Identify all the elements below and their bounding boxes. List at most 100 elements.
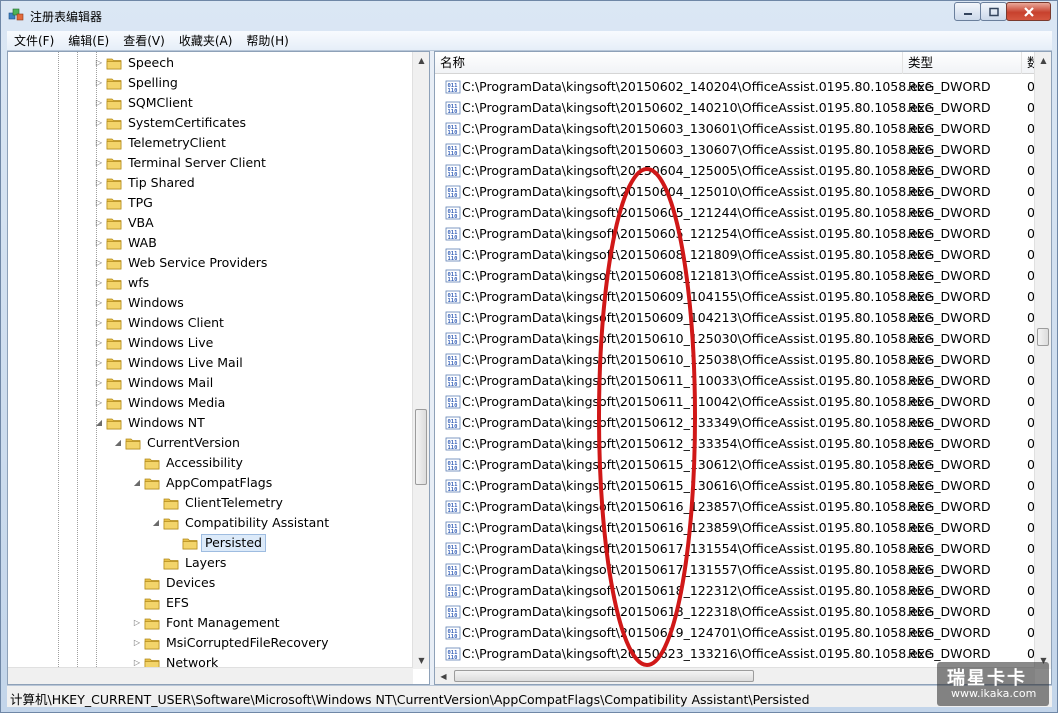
expand-arrow-icon[interactable]: ▷ bbox=[94, 53, 104, 73]
menu-edit[interactable]: 编辑(E) bbox=[61, 31, 116, 51]
value-row[interactable]: 011 110 C:\ProgramData\kingsoft\20150618_1… bbox=[435, 601, 1035, 622]
tree-item[interactable]: ▷ Tip Shared bbox=[8, 173, 413, 193]
tree-horizontal-scrollbar[interactable] bbox=[8, 667, 413, 684]
tree-item[interactable]: ◢ Windows NT bbox=[8, 413, 413, 433]
tree-item[interactable]: Persisted bbox=[8, 533, 413, 553]
expand-arrow-icon[interactable]: ▷ bbox=[94, 373, 104, 393]
expand-arrow-icon[interactable]: ▷ bbox=[94, 113, 104, 133]
scroll-left-icon[interactable]: ◀ bbox=[435, 668, 452, 684]
tree-item[interactable]: ClientTelemetry bbox=[8, 493, 413, 513]
menu-view[interactable]: 查看(V) bbox=[116, 31, 172, 51]
value-row[interactable]: 011 110 C:\ProgramData\kingsoft\20150602_1… bbox=[435, 76, 1035, 97]
tree-item[interactable]: ▷ Windows Live bbox=[8, 333, 413, 353]
expand-arrow-icon[interactable]: ▷ bbox=[132, 633, 142, 653]
column-header-name[interactable]: 名称 bbox=[435, 52, 903, 74]
value-row[interactable]: 011 110 C:\ProgramData\kingsoft\20150623_1… bbox=[435, 643, 1035, 664]
tree-item[interactable]: Accessibility bbox=[8, 453, 413, 473]
menu-favorites[interactable]: 收藏夹(A) bbox=[172, 31, 240, 51]
tree-item[interactable]: ▷ wfs bbox=[8, 273, 413, 293]
scroll-down-icon[interactable]: ▼ bbox=[413, 652, 429, 669]
collapse-arrow-icon[interactable]: ◢ bbox=[113, 433, 123, 453]
tree-item[interactable]: ▷ Windows bbox=[8, 293, 413, 313]
expand-arrow-icon[interactable]: ▷ bbox=[94, 233, 104, 253]
value-row[interactable]: 011 110 C:\ProgramData\kingsoft\20150617_1… bbox=[435, 559, 1035, 580]
tree-item[interactable]: ▷ MsiCorruptedFileRecovery bbox=[8, 633, 413, 653]
close-button[interactable] bbox=[1006, 2, 1051, 21]
tree-item[interactable]: ▷ TPG bbox=[8, 193, 413, 213]
tree-item[interactable]: ◢ Compatibility Assistant bbox=[8, 513, 413, 533]
menu-file[interactable]: 文件(F) bbox=[7, 31, 61, 51]
value-row[interactable]: 011 110 C:\ProgramData\kingsoft\20150602_1… bbox=[435, 97, 1035, 118]
tree-vertical-scrollbar[interactable]: ▲ ▼ bbox=[412, 52, 429, 669]
expand-arrow-icon[interactable]: ▷ bbox=[94, 393, 104, 413]
tree-item[interactable]: ▷ TelemetryClient bbox=[8, 133, 413, 153]
expand-arrow-icon[interactable]: ▷ bbox=[94, 333, 104, 353]
value-row[interactable]: 011 110 C:\ProgramData\kingsoft\20150615_1… bbox=[435, 454, 1035, 475]
tree-item[interactable]: ▷ Web Service Providers bbox=[8, 253, 413, 273]
minimize-button[interactable] bbox=[954, 2, 981, 21]
value-row[interactable]: 011 110 C:\ProgramData\kingsoft\20150605_1… bbox=[435, 202, 1035, 223]
collapse-arrow-icon[interactable]: ◢ bbox=[94, 413, 104, 433]
tree-scroll-thumb[interactable] bbox=[415, 409, 427, 485]
collapse-arrow-icon[interactable]: ◢ bbox=[151, 513, 161, 533]
tree-item[interactable]: ▷ Windows Mail bbox=[8, 373, 413, 393]
scroll-up-icon[interactable]: ▲ bbox=[413, 52, 429, 69]
value-row[interactable]: 011 110 C:\ProgramData\kingsoft\20150604_1… bbox=[435, 181, 1035, 202]
tree-item[interactable]: ◢ AppCompatFlags bbox=[8, 473, 413, 493]
tree-item[interactable]: Devices bbox=[8, 573, 413, 593]
value-row[interactable]: 011 110 C:\ProgramData\kingsoft\20150612_1… bbox=[435, 433, 1035, 454]
value-row[interactable]: 011 110 C:\ProgramData\kingsoft\20150617_1… bbox=[435, 538, 1035, 559]
menu-help[interactable]: 帮助(H) bbox=[239, 31, 295, 51]
maximize-button[interactable] bbox=[980, 2, 1007, 21]
tree-item[interactable]: ▷ VBA bbox=[8, 213, 413, 233]
tree-item[interactable]: ▷ Spelling bbox=[8, 73, 413, 93]
tree-item[interactable]: ▷ Windows Live Mail bbox=[8, 353, 413, 373]
value-row[interactable]: 011 110 C:\ProgramData\kingsoft\20150609_1… bbox=[435, 307, 1035, 328]
values-hscroll-thumb[interactable] bbox=[454, 670, 754, 682]
expand-arrow-icon[interactable]: ▷ bbox=[94, 353, 104, 373]
value-row[interactable]: 011 110 C:\ProgramData\kingsoft\20150604_1… bbox=[435, 160, 1035, 181]
value-row[interactable]: 011 110 C:\ProgramData\kingsoft\20150603_1… bbox=[435, 118, 1035, 139]
tree-item[interactable]: EFS bbox=[8, 593, 413, 613]
tree-item[interactable]: ▷ SystemCertificates bbox=[8, 113, 413, 133]
tree-item[interactable]: ◢ CurrentVersion bbox=[8, 433, 413, 453]
value-row[interactable]: 011 110 C:\ProgramData\kingsoft\20150618_1… bbox=[435, 580, 1035, 601]
value-row[interactable]: 011 110 C:\ProgramData\kingsoft\20150608_1… bbox=[435, 244, 1035, 265]
value-row[interactable]: 011 110 C:\ProgramData\kingsoft\20150609_1… bbox=[435, 286, 1035, 307]
expand-arrow-icon[interactable]: ▷ bbox=[94, 273, 104, 293]
expand-arrow-icon[interactable]: ▷ bbox=[94, 313, 104, 333]
value-row[interactable]: 011 110 C:\ProgramData\kingsoft\20150611_1… bbox=[435, 391, 1035, 412]
tree-item[interactable]: ▷ WAB bbox=[8, 233, 413, 253]
collapse-arrow-icon[interactable]: ◢ bbox=[132, 473, 142, 493]
value-row[interactable]: 011 110 C:\ProgramData\kingsoft\20150612_1… bbox=[435, 412, 1035, 433]
value-row[interactable]: 011 110 C:\ProgramData\kingsoft\20150608_1… bbox=[435, 265, 1035, 286]
value-row[interactable]: 011 110 C:\ProgramData\kingsoft\20150611_1… bbox=[435, 370, 1035, 391]
scroll-up-icon[interactable]: ▲ bbox=[1035, 52, 1051, 69]
expand-arrow-icon[interactable]: ▷ bbox=[94, 193, 104, 213]
tree-item[interactable]: ▷ Font Management bbox=[8, 613, 413, 633]
value-row[interactable]: 011 110 C:\ProgramData\kingsoft\20150616_1… bbox=[435, 496, 1035, 517]
expand-arrow-icon[interactable]: ▷ bbox=[94, 153, 104, 173]
value-row[interactable]: 011 110 C:\ProgramData\kingsoft\20150619_1… bbox=[435, 622, 1035, 643]
expand-arrow-icon[interactable]: ▷ bbox=[132, 613, 142, 633]
expand-arrow-icon[interactable]: ▷ bbox=[94, 93, 104, 113]
expand-arrow-icon[interactable]: ▷ bbox=[94, 173, 104, 193]
expand-arrow-icon[interactable]: ▷ bbox=[94, 293, 104, 313]
tree-item[interactable]: Layers bbox=[8, 553, 413, 573]
expand-arrow-icon[interactable]: ▷ bbox=[94, 253, 104, 273]
expand-arrow-icon[interactable]: ▷ bbox=[94, 73, 104, 93]
expand-arrow-icon[interactable]: ▷ bbox=[94, 133, 104, 153]
value-row[interactable]: 011 110 C:\ProgramData\kingsoft\20150616_1… bbox=[435, 517, 1035, 538]
tree-item[interactable]: ▷ Windows Media bbox=[8, 393, 413, 413]
value-row[interactable]: 011 110 C:\ProgramData\kingsoft\20150615_1… bbox=[435, 475, 1035, 496]
value-row[interactable]: 011 110 C:\ProgramData\kingsoft\20150603_1… bbox=[435, 139, 1035, 160]
value-row[interactable]: 011 110 C:\ProgramData\kingsoft\20150605_1… bbox=[435, 223, 1035, 244]
tree-item[interactable]: ▷ Terminal Server Client bbox=[8, 153, 413, 173]
values-scroll-thumb[interactable] bbox=[1037, 328, 1049, 346]
value-row[interactable]: 011 110 C:\ProgramData\kingsoft\20150610_1… bbox=[435, 328, 1035, 349]
tree-item[interactable]: ▷ Windows Client bbox=[8, 313, 413, 333]
values-vertical-scrollbar[interactable]: ▲ ▼ bbox=[1034, 52, 1051, 669]
column-header-type[interactable]: 类型 bbox=[903, 52, 1022, 74]
tree-item[interactable]: ▷ SQMClient bbox=[8, 93, 413, 113]
expand-arrow-icon[interactable]: ▷ bbox=[94, 213, 104, 233]
